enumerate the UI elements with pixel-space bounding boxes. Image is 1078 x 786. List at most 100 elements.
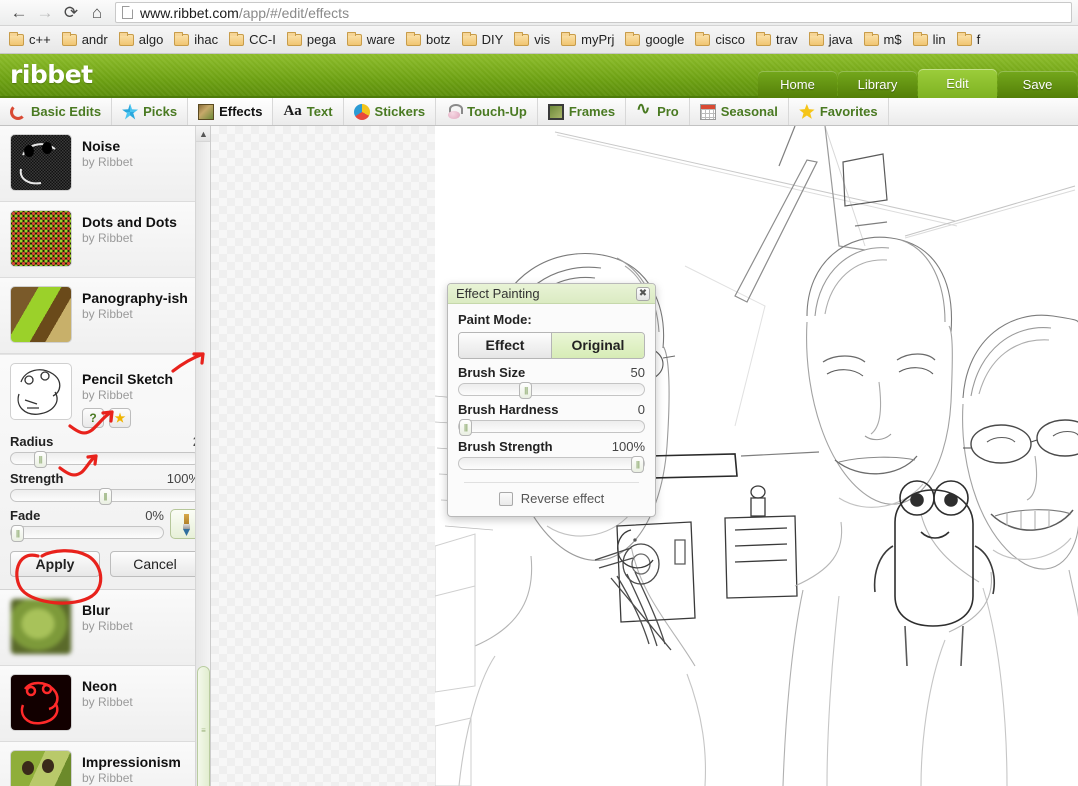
ribbet-logo[interactable]: ribbet [10,60,93,89]
tab-label: Picks [143,104,178,119]
slider-brush-hardness: Brush Hardness 0 ||| [458,402,645,436]
bookmark-item[interactable]: cisco [690,30,750,49]
folder-icon [912,31,928,46]
calendar-icon [699,103,716,120]
bookmark-item[interactable]: google [620,30,689,49]
bookmarks-bar: c++ andr algo ihac CC-I pega ware botz DIY vis myP… [0,26,1078,54]
effect-list-item[interactable]: Dots and Dotsby Ribbetpremium [0,202,210,278]
bookmark-item[interactable]: lin [908,30,951,49]
browser-toolbar: ← → ⟳ ⌂ www.ribbet.com /app/#/edit/effec… [0,0,1078,26]
tab-seasonal[interactable]: Seasonal [690,98,789,125]
dialog-title-bar[interactable]: Effect Painting ✖ [448,284,655,304]
bookmark-item[interactable]: m$ [859,30,907,49]
main-nav-save[interactable]: Save [998,71,1077,98]
bookmark-item[interactable]: CC-I [224,30,281,49]
app-body: Noiseby RibbetDots and Dotsby Ribbetprem… [0,126,1078,786]
effect-thumbnail [10,286,72,343]
tab-picks[interactable]: Picks [112,98,189,125]
slider-label: Strength [10,471,64,486]
bookmark-label: botz [425,32,451,47]
bookmark-label: CC-I [249,32,276,47]
bookmark-item[interactable]: botz [401,30,456,49]
tab-touch-up[interactable]: Touch-Up [436,98,538,125]
cancel-button[interactable]: Cancel [110,551,200,577]
tab-stickers[interactable]: Stickers [344,98,437,125]
home-icon[interactable]: ⌂ [84,2,110,24]
effect-list-item[interactable]: Noise by Ribbet [0,126,210,202]
bookmark-item[interactable]: ihac [169,30,223,49]
tab-favorites[interactable]: Favorites [789,98,889,125]
sidebar-scrollbar[interactable]: ▲ ≡ [195,126,210,786]
bookmark-item[interactable]: f [952,30,986,49]
bookmark-label: c++ [29,32,51,47]
slider-thumb[interactable]: ||| [519,382,533,399]
bookmark-item[interactable]: andr [57,30,113,49]
slider-track[interactable]: ||| [458,456,645,473]
bookmark-item[interactable]: ware [342,30,400,49]
bookmark-item[interactable]: myPrj [556,30,619,49]
paint-mode-original[interactable]: Original [551,333,644,358]
effect-list-item[interactable]: Blur by Ribbet [0,590,210,666]
tab-text[interactable]: Aa Text [273,98,344,125]
slider-label: Radius [10,434,54,449]
slider-thumb[interactable]: ||| [98,488,112,505]
effect-list-item[interactable]: Neon by Ribbet [0,666,210,742]
bookmark-item[interactable]: algo [114,30,169,49]
bookmark-item[interactable]: vis [509,30,555,49]
main-nav-library[interactable]: Library [838,71,917,98]
effect-painting-dialog[interactable]: Effect Painting ✖ Paint Mode: Effect Orig… [447,283,656,517]
folder-icon [808,31,824,46]
effect-author: by Ribbet [82,155,133,169]
effect-name: Dots and Dots [82,214,177,230]
main-nav-edit[interactable]: Edit [918,69,997,98]
slider-thumb[interactable]: ||| [11,525,24,542]
image-canvas[interactable]: Effect Painting ✖ Paint Mode: Effect Orig… [211,126,1078,786]
tab-effects[interactable]: Effects [188,98,274,125]
slider-track[interactable]: ||| [10,488,200,505]
folder-icon [229,31,245,46]
bookmark-item[interactable]: trav [751,30,803,49]
scroll-up-arrow-icon[interactable]: ▲ [196,126,210,142]
effect-author: by Ribbet [82,771,133,785]
bookmark-item[interactable]: java [804,30,858,49]
reverse-effect-checkbox[interactable] [498,491,513,506]
main-nav-home[interactable]: Home [758,71,837,98]
reload-icon[interactable]: ⟳ [58,2,84,24]
tab-basic-edits[interactable]: Basic Edits [0,98,113,125]
paint-mode-effect[interactable]: Effect [459,333,551,358]
url-host: www.ribbet.com [140,4,239,21]
back-icon[interactable]: ← [6,2,32,24]
folder-icon [625,31,641,46]
face-icon [446,103,464,120]
effects-sidebar[interactable]: Noiseby RibbetDots and Dotsby Ribbetprem… [0,126,211,786]
favorite-star-icon[interactable]: ★ [109,408,131,428]
forward-icon[interactable]: → [32,2,58,24]
tab-frames[interactable]: Frames [538,98,627,125]
bookmark-label: f [976,32,981,47]
slider-track[interactable]: ||| [10,451,200,468]
scrollbar-thumb[interactable]: ≡ [197,666,210,786]
close-icon[interactable]: ✖ [636,286,650,301]
slider-track[interactable]: ||| [458,419,645,436]
tab-pro[interactable]: Pro [626,98,690,125]
bookmark-item[interactable]: DIY [457,30,509,49]
tab-label: Touch-Up [467,104,527,119]
effect-author: by Ribbet [82,307,133,321]
effect-list-item[interactable]: Panography-ishby Ribbetpremium [0,278,210,354]
brush-sliders: Brush Size 50 ||| Brush Hardness 0 ||| Brush S… [458,365,645,473]
bookmark-label: ware [366,32,395,47]
bookmark-item[interactable]: pega [282,30,341,49]
slider-track[interactable]: ||| [458,382,645,399]
effect-list-item[interactable]: Impressionismby Ribbetpremium [0,742,210,786]
slider-thumb[interactable]: ||| [631,456,644,473]
bookmark-item[interactable]: c++ [4,30,56,49]
bookmark-label: m$ [883,32,902,47]
address-bar[interactable]: www.ribbet.com /app/#/edit/effects [115,2,1072,23]
apply-button[interactable]: Apply [10,551,100,577]
reverse-effect-label: Reverse effect [520,491,605,506]
help-icon[interactable]: ? [82,408,104,428]
slider-track[interactable]: ||| [10,525,164,542]
slider-thumb[interactable]: ||| [33,451,47,468]
reverse-effect-row[interactable]: Reverse effect [458,491,645,506]
slider-thumb[interactable]: ||| [459,419,472,436]
